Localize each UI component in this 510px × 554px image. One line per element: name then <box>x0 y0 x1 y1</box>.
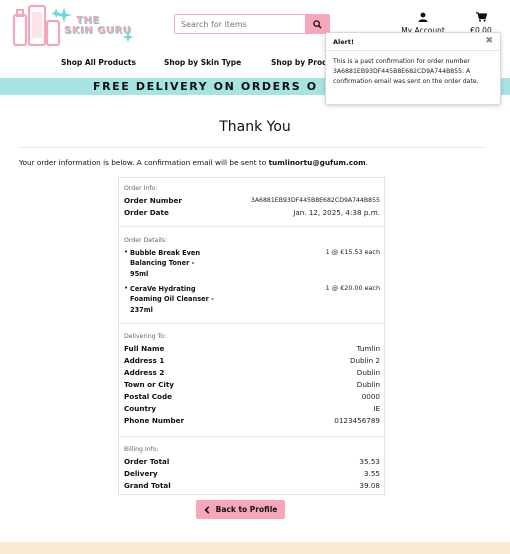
delivery-row-label: Postal Code <box>124 392 172 401</box>
order-date-value: Jan. 12, 2025, 4:38 p.m. <box>293 208 380 217</box>
section-divider <box>119 226 384 227</box>
billing-row-value: 3.55 <box>363 469 380 478</box>
delivery-row: Town or City Dublin <box>124 380 380 391</box>
delivery-row: Postal Code 0000 <box>124 392 380 403</box>
intro-text: Your order information is below. A confi… <box>19 158 368 167</box>
close-icon[interactable]: ✖ <box>485 36 493 46</box>
order-item-name: Bubble Break Even Balancing Toner - 95ml <box>130 249 201 278</box>
delivery-row-value: 0123456789 <box>334 416 380 425</box>
order-number-value: 3A6881EB93DF445B8E682CD9A744B855 <box>250 197 380 204</box>
search-button[interactable] <box>305 15 329 33</box>
order-number-row: Order Number 3A6881EB93DF445B8E682CD9A74… <box>124 196 380 207</box>
chevron-left-icon <box>204 505 209 514</box>
delivery-row-value: Dublin <box>356 380 380 389</box>
delivery-row: Address 1 Dublin 2 <box>124 356 380 367</box>
delivery-row: Full Name Tumlin <box>124 344 380 355</box>
alert-toast: Alert! ✖ This is a past confirmation for… <box>325 32 501 105</box>
order-details-label: Order Details: <box>124 237 168 244</box>
order-summary-card: Order Info: Order Number 3A6881EB93DF445… <box>118 177 385 495</box>
order-number-label: Order Number <box>124 196 182 205</box>
delivery-row-label: Address 2 <box>124 368 165 377</box>
nav-shop-by-skin-type[interactable]: Shop by Skin Type <box>164 58 241 67</box>
nav-shop-by-product[interactable]: Shop by Produ <box>271 58 333 67</box>
billing-row: Delivery 3.55 <box>124 469 380 480</box>
delivery-row-value: 0000 <box>361 392 380 401</box>
intro-suffix: . <box>365 158 369 167</box>
delivery-label: Delivering To: <box>124 333 167 340</box>
delivery-row-label: Town or City <box>124 380 174 389</box>
billing-row-label: Grand Total <box>124 481 171 490</box>
order-item-qty-price: 1 @ €20.00 each <box>325 284 380 292</box>
billing-row-label: Order Total <box>124 457 170 466</box>
back-to-profile-button[interactable]: Back to Profile <box>196 500 285 519</box>
delivery-row-value: IE <box>373 404 380 413</box>
banner-text: FREE DELIVERY ON ORDERS O <box>93 80 318 93</box>
bullet: • <box>124 284 129 292</box>
bullet: • <box>124 248 129 256</box>
billing-row-value: 39.08 <box>359 481 380 490</box>
delivery-row: Country IE <box>124 404 380 415</box>
back-to-profile-label: Back to Profile <box>215 505 278 514</box>
title-divider <box>19 147 485 148</box>
brand-logo[interactable]: THE SKIN GURU <box>12 3 137 47</box>
nav-shop-all[interactable]: Shop All Products <box>61 58 136 67</box>
alert-title: Alert! <box>326 33 500 51</box>
search-icon <box>312 19 322 29</box>
customer-email: tumlinortu@gufum.com <box>268 158 366 167</box>
brand-name: THE SKIN GURU <box>64 16 131 36</box>
order-item-name: CeraVe Hydrating Foaming Oil Cleanser - … <box>130 285 214 314</box>
delivery-row-label: Phone Number <box>124 416 185 425</box>
alert-message: This is a past confirmation for order nu… <box>333 58 479 85</box>
order-item-qty-price: 1 @ €15.53 each <box>325 248 380 256</box>
delivery-row: Phone Number 0123456789 <box>124 416 380 427</box>
billing-label: Billing Info: <box>124 446 159 453</box>
section-divider <box>119 436 384 437</box>
delivery-row-value: Dublin <box>356 368 380 377</box>
site-footer <box>0 542 510 554</box>
search-input[interactable] <box>175 15 306 33</box>
billing-row-label: Delivery <box>124 469 158 478</box>
search-bar <box>174 14 330 34</box>
billing-row: Order Total 35.53 <box>124 457 380 468</box>
delivery-row-value: Dublin 2 <box>349 356 380 365</box>
order-date-label: Order Date <box>124 208 169 217</box>
order-date-row: Order Date Jan. 12, 2025, 4:38 p.m. <box>124 208 380 219</box>
cart-icon <box>475 12 487 22</box>
section-divider <box>119 323 384 324</box>
billing-row: Grand Total 39.08 <box>124 481 380 492</box>
user-icon <box>418 12 428 22</box>
intro-prefix: Your order information is below. A confi… <box>19 158 269 167</box>
order-info-label: Order Info: <box>124 185 158 192</box>
delivery-row: Address 2 Dublin <box>124 368 380 379</box>
delivery-row-label: Full Name <box>124 344 165 353</box>
billing-row-value: 35.53 <box>359 457 380 466</box>
page-title: Thank You <box>219 119 291 135</box>
delivery-row-value: Tumlin <box>356 344 380 353</box>
brand-line-2: SKIN GURU <box>64 25 132 36</box>
delivery-row-label: Address 1 <box>124 356 165 365</box>
delivery-row-label: Country <box>124 404 157 413</box>
